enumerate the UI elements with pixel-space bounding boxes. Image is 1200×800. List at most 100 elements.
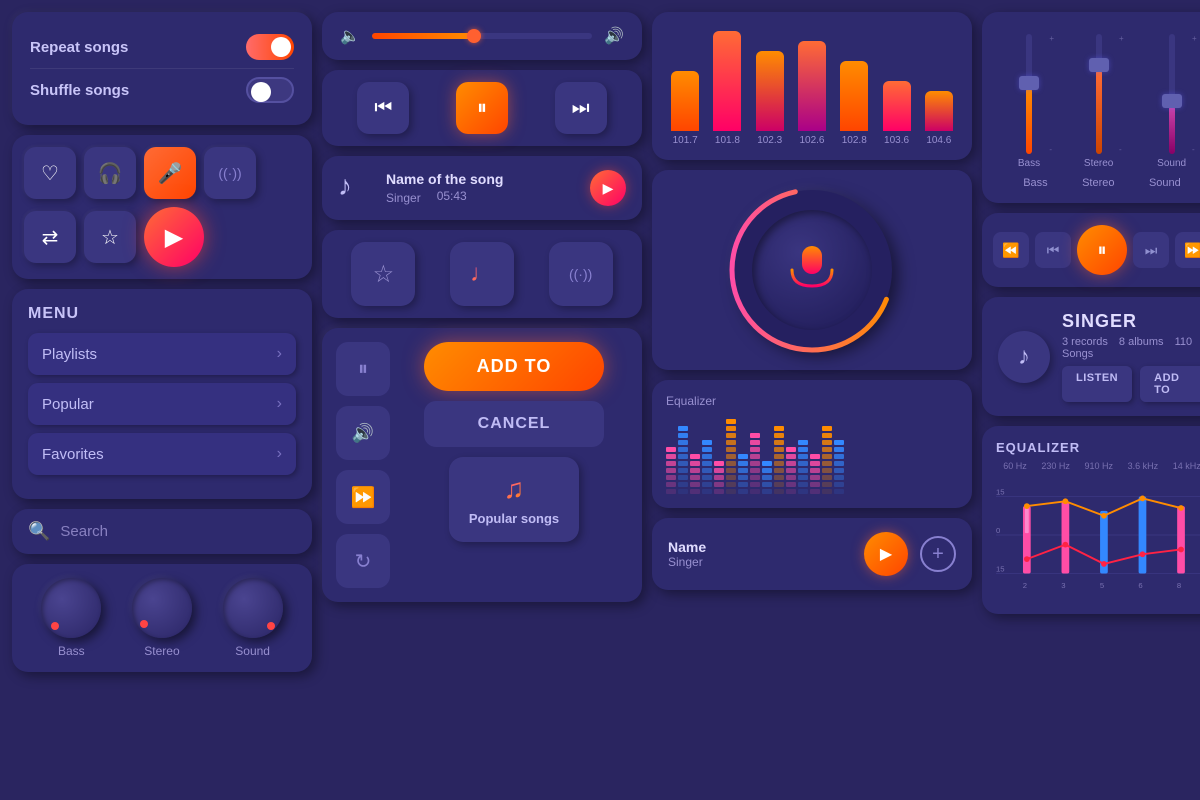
freq-bar-1036-fill <box>883 81 911 131</box>
headphones-button[interactable]: 🎧 <box>84 147 136 199</box>
cta-vol-button[interactable]: 🔊 <box>336 406 390 460</box>
bass-knob-wrap: Bass <box>41 578 101 658</box>
svg-text:15: 15 <box>996 488 1005 497</box>
stereo-slider-track[interactable]: + - <box>1096 34 1102 154</box>
t2-next-button[interactable]: ⏭ <box>1133 232 1169 268</box>
stereo-slider-label: Stereo <box>1084 158 1113 169</box>
menu-title: MENU <box>28 305 296 323</box>
shuffle-button[interactable]: ⇄ <box>24 211 76 263</box>
cta-ff-button[interactable]: ⏩ <box>336 470 390 524</box>
shuffle-toggle[interactable] <box>246 77 294 103</box>
star-action-button[interactable]: ☆ <box>351 242 415 306</box>
play-large-button[interactable]: ▶ <box>144 207 204 267</box>
shuffle-icon: ⇄ <box>42 225 59 250</box>
np2-add-icon: + <box>932 543 944 566</box>
eq-bar-col-14 <box>834 440 844 494</box>
menu-item-playlists[interactable]: Playlists › <box>28 333 296 375</box>
t2-next-icon: ⏭ <box>1145 242 1158 259</box>
now-playing-play-button[interactable]: ▶ <box>590 170 626 206</box>
singer-add-to-label: ADD TO <box>1154 372 1179 396</box>
stereo-bottom-label: Stereo <box>1082 177 1114 189</box>
surround-icon: ((·)) <box>218 165 241 181</box>
next-icon: ⏭ <box>572 97 590 120</box>
repeat-toggle-row[interactable]: Repeat songs <box>30 26 294 69</box>
t2-rewind-button[interactable]: ⏪ <box>993 232 1029 268</box>
volume-track[interactable] <box>372 33 592 39</box>
stereo-slider-handle[interactable] <box>1089 58 1109 72</box>
t2-ff-button[interactable]: ⏩ <box>1175 232 1200 268</box>
volume-slider-panel: 🔈 🔊 <box>322 12 642 60</box>
transport-panel: ⏮ ⏸ ⏭ <box>322 70 642 146</box>
eq-bars <box>666 414 958 494</box>
stereo-knob[interactable] <box>132 578 192 638</box>
sound-knob[interactable] <box>223 578 283 638</box>
singer-buttons: LISTEN ADD TO <box>1062 366 1200 402</box>
eq-bar-col-6 <box>738 454 748 494</box>
shuffle-toggle-row[interactable]: Shuffle songs <box>30 69 294 111</box>
cta-pause-button[interactable]: ⏸ <box>336 342 390 396</box>
stereo-slider-wrap: + - Stereo <box>1084 34 1113 169</box>
np2-add-button[interactable]: + <box>920 536 956 572</box>
menu-item-popular-label: Popular <box>42 396 94 413</box>
now-playing-play-icon: ▶ <box>603 180 614 197</box>
freq-panel: 101.7 101.8 102.3 102.6 102.8 103.6 <box>652 12 972 160</box>
np2-play-button[interactable]: ▶ <box>864 532 908 576</box>
pause-button[interactable]: ⏸ <box>456 82 508 134</box>
menu-item-playlists-label: Playlists <box>42 346 97 363</box>
freq-bar-1036: 103.6 <box>883 81 911 146</box>
surround-button[interactable]: ((·)) <box>204 147 256 199</box>
eq-bar-col-12 <box>810 454 820 494</box>
menu-item-popular[interactable]: Popular › <box>28 383 296 425</box>
icon-buttons-panel: ♡ 🎧 🎤 ((·)) ⇄ ☆ ▶ <box>12 135 312 279</box>
svg-text:15: 15 <box>996 565 1005 574</box>
freq-bar-1028-fill <box>840 61 868 131</box>
eq-bar-col-3 <box>702 440 712 494</box>
mic-button[interactable]: 🎤 <box>144 147 196 199</box>
eq-bar-col-13 <box>822 426 832 494</box>
sound-knob-wrap: Sound <box>223 578 283 658</box>
singer-icon-wrap: ♪ <box>998 331 1050 383</box>
cancel-button[interactable]: CANCEL <box>424 401 604 447</box>
popular-chevron-icon: › <box>277 395 282 413</box>
bass-knob[interactable] <box>41 578 101 638</box>
heart-button[interactable]: ♡ <box>24 147 76 199</box>
bass-slider-handle[interactable] <box>1019 76 1039 90</box>
freq-bar-1028: 102.8 <box>840 61 868 146</box>
t2-prev-button[interactable]: ⏮ <box>1035 232 1071 268</box>
playlists-chevron-icon: › <box>277 345 282 363</box>
search-input[interactable] <box>60 523 296 540</box>
cta-repeat-button[interactable]: ↻ <box>336 534 390 588</box>
sound-slider-track[interactable]: + - <box>1169 34 1175 154</box>
surround-action-button[interactable]: ((·)) <box>549 242 613 306</box>
np2-panel: Name Singer ▶ + <box>652 518 972 590</box>
bass-slider-label: Bass <box>1018 158 1040 169</box>
star-button[interactable]: ☆ <box>84 211 136 263</box>
t2-pause-button[interactable]: ⏸ <box>1077 225 1127 275</box>
mic-icon: 🎤 <box>158 161 183 186</box>
sound-slider-handle[interactable] <box>1162 94 1182 108</box>
t2-prev-icon: ⏮ <box>1047 242 1060 259</box>
popular-songs-label: Popular songs <box>469 511 559 526</box>
freq-bar-1046: 104.6 <box>925 91 953 146</box>
eq-bar-col-8 <box>762 461 772 494</box>
sound-slider-label: Sound <box>1157 158 1186 169</box>
menu-item-favorites[interactable]: Favorites › <box>28 433 296 475</box>
singer-add-to-button[interactable]: ADD TO <box>1140 366 1200 402</box>
add-to-button[interactable]: ADD TO <box>424 342 604 391</box>
popular-songs-button[interactable]: ♫ Popular songs <box>449 457 579 542</box>
prev-button[interactable]: ⏮ <box>357 82 409 134</box>
singer-listen-button[interactable]: LISTEN <box>1062 366 1132 402</box>
volume-knob[interactable] <box>467 29 481 43</box>
favorites-chevron-icon: › <box>277 445 282 463</box>
repeat-toggle[interactable] <box>246 34 294 60</box>
freq-bar-1026-fill <box>798 41 826 131</box>
singer-panel: ♪ SINGER 3 records 8 albums 110 Songs LI… <box>982 297 1200 416</box>
eq-bar-col-11 <box>798 440 808 494</box>
bass-slider-track[interactable]: + - <box>1026 34 1032 154</box>
equalizer-label: Equalizer <box>666 394 958 408</box>
sound-sliders-panel: + - Bass + - Stereo <box>982 12 1200 203</box>
repeat-label: Repeat songs <box>30 39 128 56</box>
next-button[interactable]: ⏭ <box>555 82 607 134</box>
cta-pause-icon: ⏸ <box>358 358 368 381</box>
note-action-button[interactable]: ♩ <box>450 242 514 306</box>
